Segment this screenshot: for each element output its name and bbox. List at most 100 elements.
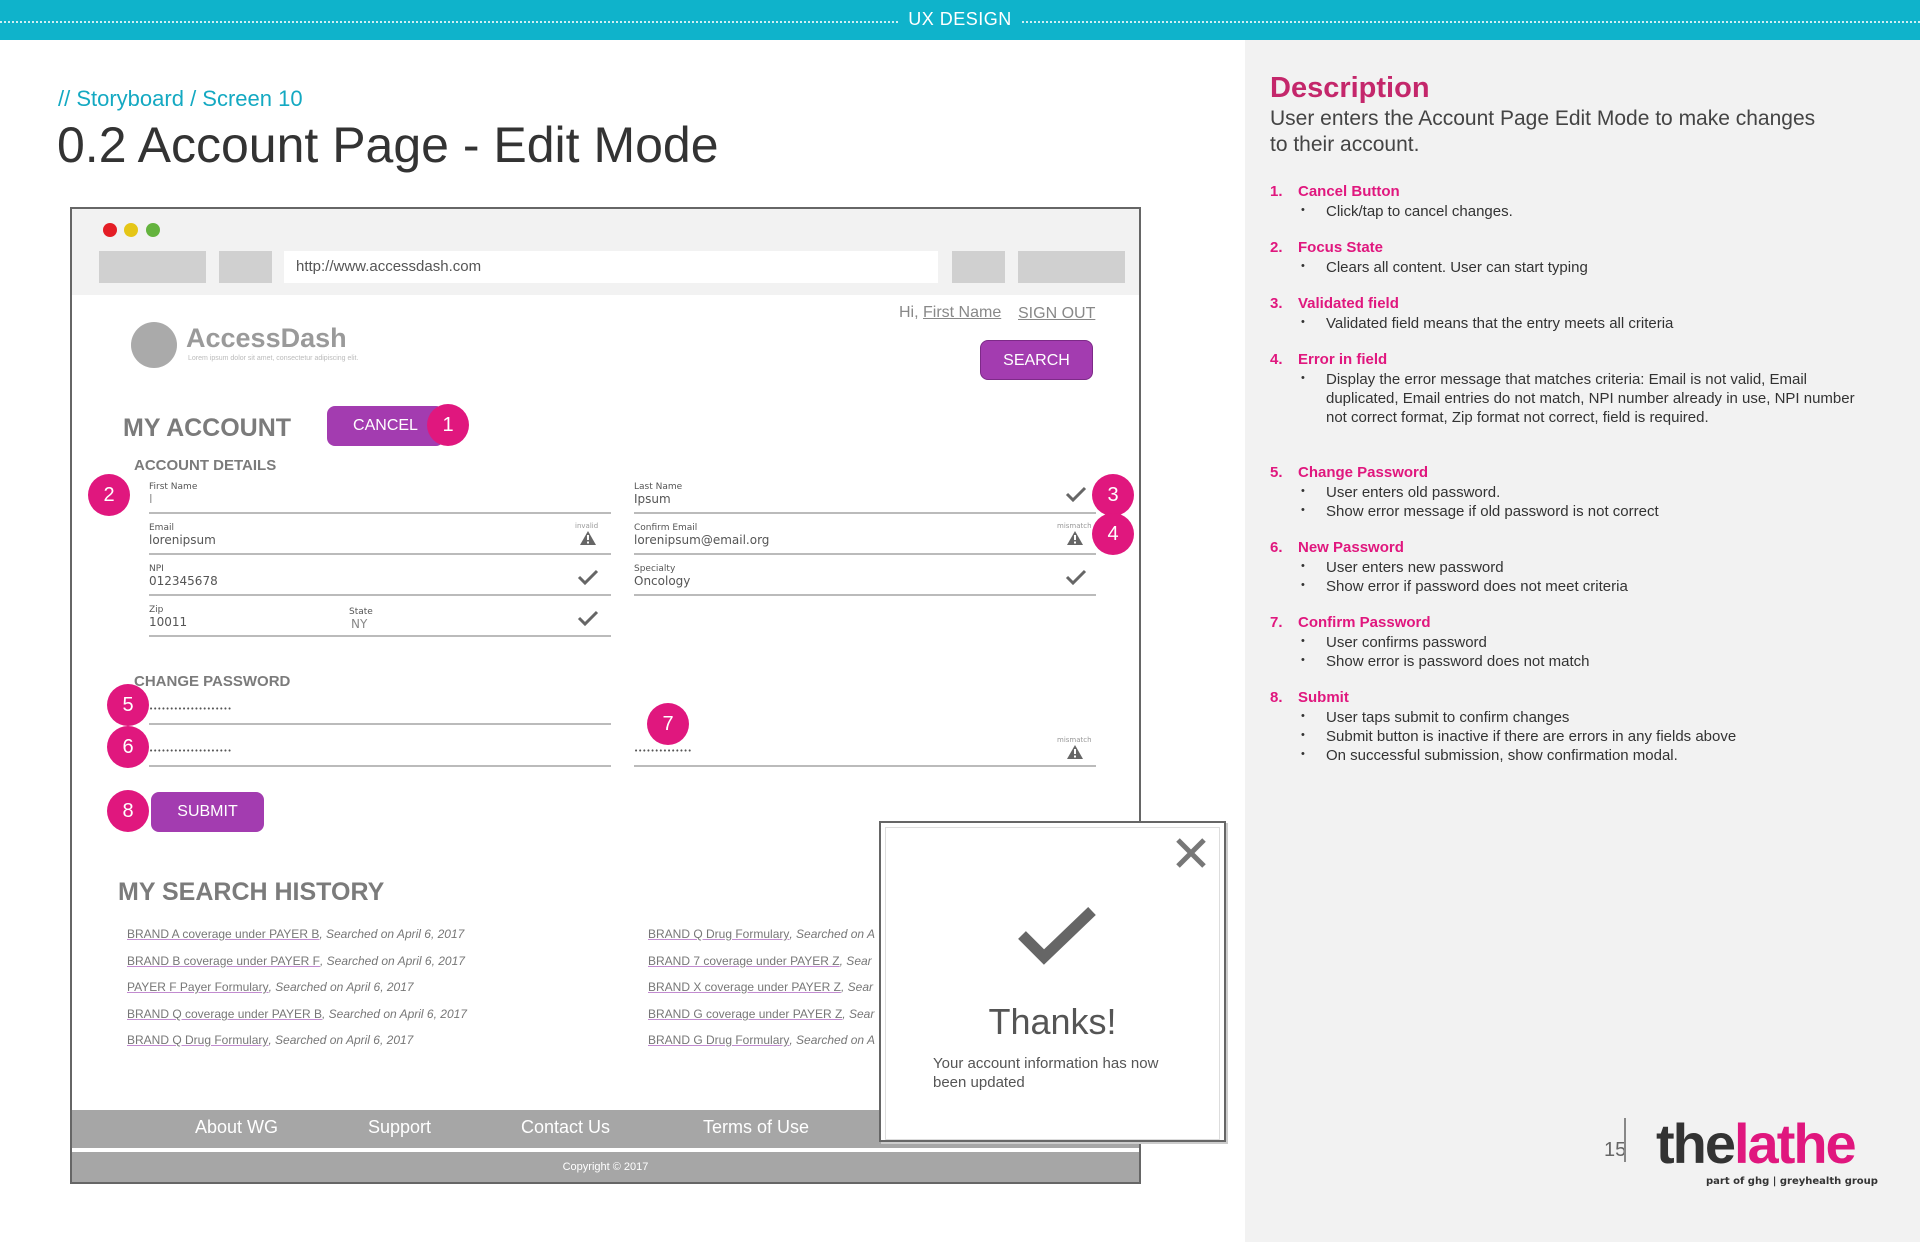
history-item[interactable]: BRAND B coverage under PAYER F, Searched… — [127, 954, 465, 968]
close-icon[interactable] — [1174, 836, 1208, 870]
history-link[interactable]: BRAND Q Drug Formulary — [648, 927, 789, 941]
footer-link-contact[interactable]: Contact Us — [521, 1117, 610, 1138]
submit-button[interactable]: SUBMIT — [151, 792, 264, 832]
toolbar-button-wide[interactable] — [1018, 251, 1125, 283]
close-dot-icon[interactable] — [103, 223, 117, 237]
footer-link-about[interactable]: About WG — [195, 1117, 278, 1138]
history-date: , Sear — [842, 1007, 875, 1021]
minimize-dot-icon[interactable] — [124, 223, 138, 237]
copyright-text: Copyright © 2017 — [562, 1161, 649, 1173]
greeting: Hi, First Name — [899, 304, 1001, 322]
user-name-link[interactable]: First Name — [923, 304, 1001, 321]
maximize-dot-icon[interactable] — [146, 223, 160, 237]
item-number: 3. — [1270, 295, 1283, 312]
history-item[interactable]: BRAND G Drug Formulary, Searched on A — [648, 1033, 875, 1047]
history-date: , Searched on April 6, 2017 — [319, 954, 465, 968]
modal-title: Thanks! — [988, 1001, 1117, 1042]
field-value: 10011 — [149, 615, 188, 629]
top-banner: UX DESIGN — [0, 0, 1920, 40]
old-password-field[interactable]: •••••••••••••••••••• — [149, 697, 611, 725]
history-link[interactable]: BRAND G Drug Formulary — [648, 1033, 789, 1047]
item-bullet: Submit button is inactive if there are e… — [1298, 726, 1878, 746]
item-bullet: Clears all content. User can start typin… — [1298, 257, 1878, 277]
modal-message: Your account information has now been up… — [933, 1055, 1159, 1091]
item-bullet: Show error message if old password is no… — [1298, 501, 1878, 521]
banner-divider-right — [1022, 21, 1920, 23]
item-bullet: User confirms password — [1298, 632, 1878, 652]
warning-icon — [580, 531, 596, 545]
last-name-field[interactable]: Last Name Ipsum — [634, 482, 1096, 514]
history-item[interactable]: BRAND G coverage under PAYER Z, Sear — [648, 1007, 874, 1021]
item-number: 6. — [1270, 539, 1283, 556]
item-number: 4. — [1270, 351, 1283, 368]
confirmation-modal: Thanks! Your account information has now… — [879, 821, 1226, 1142]
item-number: 7. — [1270, 614, 1283, 631]
check-icon — [577, 610, 599, 627]
back-button[interactable] — [99, 251, 206, 283]
footer-link-terms[interactable]: Terms of Use — [703, 1117, 809, 1138]
password-mask: •••••••••••••••••••• — [149, 705, 232, 713]
history-item[interactable]: PAYER F Payer Formulary, Searched on Apr… — [127, 980, 414, 994]
history-date: , Searched on A — [789, 927, 875, 941]
first-name-field[interactable]: First Name I — [149, 482, 611, 514]
search-button[interactable]: SEARCH — [980, 340, 1093, 380]
footer-link-support[interactable]: Support — [368, 1117, 431, 1138]
zip-state-field[interactable]: Zip 10011 State NY — [149, 605, 611, 637]
field-value: NY — [351, 617, 368, 631]
field-value: lorenipsum — [149, 533, 216, 547]
logo-subtitle: part of ghg | greyhealth group — [1706, 1176, 1878, 1187]
sign-out-link[interactable]: SIGN OUT — [1018, 305, 1095, 323]
field-value: lorenipsum@email.org — [634, 533, 770, 547]
history-link[interactable]: BRAND 7 coverage under PAYER Z — [648, 954, 840, 968]
account-details-heading: ACCOUNT DETAILS — [134, 457, 277, 474]
history-item[interactable]: BRAND Q coverage under PAYER B, Searched… — [127, 1007, 467, 1021]
history-link[interactable]: BRAND Q Drug Formulary — [127, 1033, 268, 1047]
item-number: 5. — [1270, 464, 1283, 481]
warning-icon — [1067, 745, 1083, 759]
new-password-field[interactable]: •••••••••••••••••••• — [149, 739, 611, 767]
field-label: Zip — [149, 605, 164, 615]
toolbar-button[interactable] — [952, 251, 1005, 283]
history-item[interactable]: BRAND A coverage under PAYER B, Searched… — [127, 927, 464, 941]
confirm-password-field[interactable]: •••••••••••••• — [634, 739, 1096, 767]
field-label: Email — [149, 523, 174, 533]
history-date: , Searched on April 6, 2017 — [319, 927, 465, 941]
annotation-badge-6: 6 — [107, 726, 149, 768]
history-link[interactable]: PAYER F Payer Formulary — [127, 980, 269, 994]
description-text: User enters the Account Page Edit Mode t… — [1270, 107, 1816, 156]
item-bullet: User taps submit to confirm changes — [1298, 707, 1878, 727]
email-field[interactable]: Email lorenipsum — [149, 523, 611, 555]
thelathe-logo: thelathe — [1656, 1116, 1857, 1172]
greeting-prefix: Hi, — [899, 304, 923, 321]
history-link[interactable]: BRAND Q coverage under PAYER B — [127, 1007, 322, 1021]
history-link[interactable]: BRAND B coverage under PAYER F — [127, 954, 320, 968]
history-link[interactable]: BRAND G coverage under PAYER Z — [648, 1007, 842, 1021]
history-item[interactable]: BRAND Q Drug Formulary, Searched on A — [648, 927, 875, 941]
item-bullet: Click/tap to cancel changes. — [1298, 201, 1878, 221]
specialty-field[interactable]: Specialty Oncology — [634, 564, 1096, 596]
field-label: State — [349, 607, 373, 617]
change-password-heading: CHANGE PASSWORD — [134, 673, 291, 690]
check-icon — [1065, 569, 1087, 586]
item-bullet: User enters new password — [1298, 557, 1878, 577]
field-label: Last Name — [634, 482, 683, 492]
field-value: 012345678 — [149, 574, 218, 588]
description-heading: Description — [1270, 72, 1430, 104]
item-title: Error in field — [1298, 351, 1388, 368]
annotation-badge-5: 5 — [107, 684, 149, 726]
refresh-button[interactable] — [219, 251, 272, 283]
address-bar[interactable]: http://www.accessdash.com — [284, 251, 938, 283]
npi-field[interactable]: NPI 012345678 — [149, 564, 611, 596]
history-date: , Sear — [839, 954, 872, 968]
history-link[interactable]: BRAND A coverage under PAYER B — [127, 927, 319, 941]
history-item[interactable]: BRAND X coverage under PAYER Z, Sear — [648, 980, 873, 994]
success-check-icon — [1018, 907, 1096, 965]
history-item[interactable]: BRAND 7 coverage under PAYER Z, Sear — [648, 954, 872, 968]
history-item[interactable]: BRAND Q Drug Formulary, Searched on Apri… — [127, 1033, 413, 1047]
item-bullet: User enters old password. — [1298, 482, 1878, 502]
history-link[interactable]: BRAND X coverage under PAYER Z — [648, 980, 841, 994]
confirm-email-field[interactable]: Confirm Email lorenipsum@email.org — [634, 523, 1096, 555]
item-bullet: Display the error message that matches c… — [1298, 369, 1858, 427]
history-date: , Searched on April 6, 2017 — [268, 980, 414, 994]
brand-logo-icon — [131, 322, 177, 368]
